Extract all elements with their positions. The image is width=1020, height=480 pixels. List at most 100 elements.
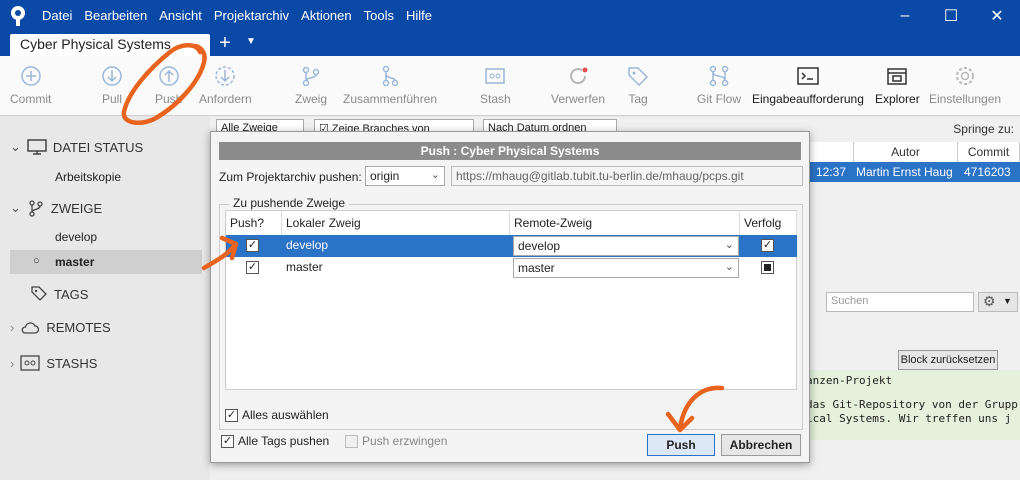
branch-button[interactable]: Zweig xyxy=(295,64,327,106)
table-row[interactable]: ✓ develop develop ⌄ ✓ xyxy=(226,235,797,257)
sidebar-item-master[interactable]: ○ master xyxy=(33,255,94,269)
push-button[interactable]: Push xyxy=(155,64,182,106)
remote-branch-value: develop xyxy=(518,239,561,253)
push-checkbox[interactable]: ✓ xyxy=(246,239,259,252)
track-checkbox[interactable] xyxy=(761,261,774,274)
sidebar-section-remotes[interactable]: › REMOTES xyxy=(10,320,111,335)
tag-button[interactable]: Tag xyxy=(626,64,650,106)
remote-branch-select[interactable]: develop ⌄ xyxy=(513,236,739,256)
explorer-button[interactable]: Explorer xyxy=(875,64,920,106)
select-all-checkbox[interactable]: ✓ Alles auswählen xyxy=(225,408,329,422)
menu-aktionen[interactable]: Aktionen xyxy=(295,0,358,32)
tag-label: Tag xyxy=(628,92,648,106)
repo-label: Zum Projektarchiv pushen: xyxy=(219,170,362,184)
chevron-down-icon: ⌄ xyxy=(724,261,734,273)
chevron-down-icon: ⌄ xyxy=(10,139,21,154)
remote-branch-select[interactable]: master ⌄ xyxy=(513,258,739,278)
checkbox-icon: ✓ xyxy=(221,434,234,448)
table-row[interactable]: ✓ master master ⌄ xyxy=(226,257,797,279)
gitflow-button[interactable]: Git Flow xyxy=(697,64,741,106)
pull-label: Pull xyxy=(101,92,122,106)
maximize-icon[interactable]: ☐ xyxy=(928,0,974,32)
branches-table: Push? Lokaler Zweig Remote-Zweig Verfolg… xyxy=(225,210,797,390)
gitflow-icon xyxy=(709,65,729,87)
sidebar-file-status-label: DATEI STATUS xyxy=(52,139,144,155)
track-checkbox[interactable]: ✓ xyxy=(761,239,774,252)
title-bar: Datei Bearbeiten Ansicht Projektarchiv A… xyxy=(0,0,1020,32)
menu-tools[interactable]: Tools xyxy=(358,0,400,32)
chevron-down-icon: ⌄ xyxy=(10,200,21,215)
pull-button[interactable]: Pull xyxy=(100,64,124,106)
stash-icon xyxy=(485,68,506,84)
menu-projektarchiv[interactable]: Projektarchiv xyxy=(208,0,295,32)
col-track-header: Verfolg xyxy=(740,211,797,235)
monitor-icon xyxy=(27,139,47,155)
fetch-button[interactable]: Anfordern xyxy=(199,64,252,106)
sidebar: ⌄ DATEI STATUS Arbeitskopie ⌄ ZWEIGE dev… xyxy=(0,117,210,480)
explorer-icon xyxy=(887,68,908,85)
repo-select-value: origin xyxy=(370,169,400,183)
pull-icon xyxy=(102,66,122,86)
push-icon xyxy=(158,66,179,86)
toolbar: Commit Pull Push Anfordern Zweig Zusamme… xyxy=(0,56,1020,116)
sidebar-section-branches[interactable]: ⌄ ZWEIGE xyxy=(10,199,102,217)
sidebar-section-stashes[interactable]: › STASHS xyxy=(10,355,97,371)
commit-author: Martin Ernst Haug xyxy=(856,165,953,179)
search-input[interactable]: Suchen xyxy=(826,292,974,312)
author-column-header[interactable]: Autor xyxy=(854,142,958,162)
sourcetree-logo-icon xyxy=(0,0,36,32)
merge-label: Zusammenführen xyxy=(343,92,438,106)
date-column-header[interactable] xyxy=(806,142,854,162)
col-remote-header: Remote-Zweig xyxy=(510,211,740,235)
fetch-label: Anfordern xyxy=(199,92,252,106)
stash-button[interactable]: Stash xyxy=(480,64,511,106)
tag-icon xyxy=(628,67,649,87)
sidebar-item-develop[interactable]: develop xyxy=(55,230,97,244)
commit-row-selected[interactable]: 12:37 Martin Ernst Haug 4716203 xyxy=(806,162,1020,182)
sidebar-item-working-copy[interactable]: Arbeitskopie xyxy=(55,170,121,184)
repo-select[interactable]: origin ⌄ xyxy=(365,166,445,186)
sidebar-tags-label: TAGS xyxy=(54,286,89,302)
gitflow-label: Git Flow xyxy=(697,92,742,106)
push-label: Push xyxy=(155,92,183,106)
current-branch-icon: ○ xyxy=(33,255,40,267)
menu-hilfe[interactable]: Hilfe xyxy=(400,0,438,32)
sidebar-remotes-label: REMOTES xyxy=(46,320,111,335)
close-icon[interactable]: ✕ xyxy=(974,0,1020,32)
sidebar-section-file-status[interactable]: ⌄ DATEI STATUS xyxy=(10,139,143,155)
stash-icon xyxy=(20,355,40,371)
commit-button[interactable]: Commit xyxy=(10,64,51,106)
window-controls: – ☐ ✕ xyxy=(882,0,1020,32)
push-all-tags-label: Alle Tags pushen xyxy=(238,434,330,448)
commit-hash: 4716203 xyxy=(964,165,1011,179)
menu-ansicht[interactable]: Ansicht xyxy=(153,0,208,32)
force-push-checkbox[interactable]: Push erzwingen xyxy=(345,434,447,448)
menu-datei[interactable]: Datei xyxy=(36,0,78,32)
new-tab-icon[interactable]: + xyxy=(214,33,236,54)
cancel-button[interactable]: Abbrechen xyxy=(721,434,801,456)
chevron-right-icon: › xyxy=(10,355,15,371)
checkbox-icon: ✓ xyxy=(225,408,238,422)
merge-icon xyxy=(382,65,399,87)
terminal-button[interactable]: Eingabeaufforderung xyxy=(752,64,864,106)
discard-button[interactable]: Verwerfen xyxy=(551,64,605,106)
push-checkbox[interactable]: ✓ xyxy=(246,261,259,274)
branch-icon xyxy=(302,66,320,87)
options-gear-button[interactable]: ⚙ ▼ xyxy=(978,292,1018,312)
tab-repository[interactable]: Cyber Physical Systems xyxy=(10,34,210,56)
reset-block-button[interactable]: Block zurücksetzen xyxy=(898,350,998,370)
commit-column-header[interactable]: Commit xyxy=(958,142,1020,162)
chevron-down-icon: ⌄ xyxy=(724,239,734,251)
push-all-tags-checkbox[interactable]: ✓ Alle Tags pushen xyxy=(221,434,329,448)
remote-branch-value: master xyxy=(518,261,555,275)
settings-button[interactable]: Einstellungen xyxy=(929,64,1001,106)
minimize-icon[interactable]: – xyxy=(882,0,928,32)
sidebar-section-tags[interactable]: TAGS xyxy=(30,285,88,303)
push-button[interactable]: Push xyxy=(647,434,715,456)
menu-bearbeiten[interactable]: Bearbeiten xyxy=(78,0,153,32)
tab-dropdown-icon[interactable]: ▼ xyxy=(246,36,256,47)
merge-button[interactable]: Zusammenführen xyxy=(343,64,437,106)
discard-icon xyxy=(570,67,588,85)
cloud-icon xyxy=(21,321,40,334)
stash-label: Stash xyxy=(480,92,511,106)
